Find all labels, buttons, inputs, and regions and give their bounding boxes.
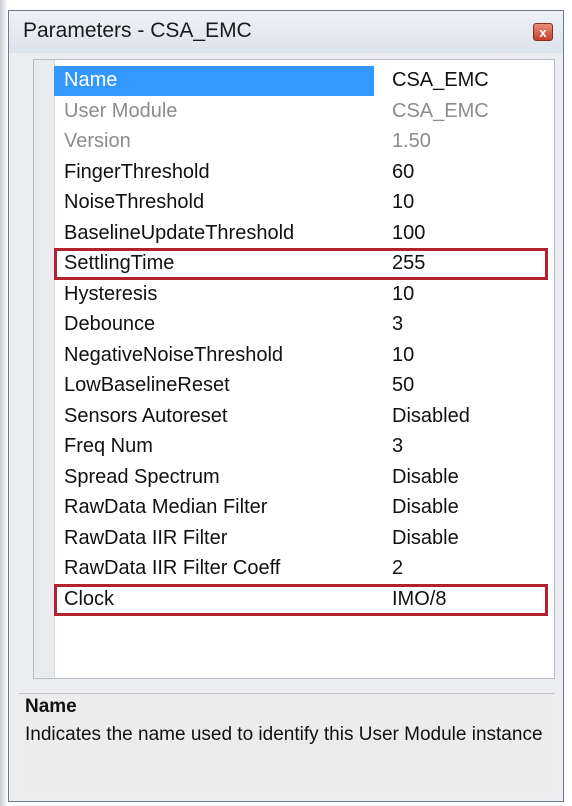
property-value[interactable]: 10	[392, 344, 414, 367]
title-bar[interactable]: Parameters - CSA_EMC x	[9, 11, 563, 53]
property-row[interactable]: RawData Median Filter Disable	[54, 493, 550, 523]
property-name: NegativeNoiseThreshold	[64, 343, 284, 366]
description-title: Name	[25, 696, 77, 717]
property-value: 1.50	[392, 130, 431, 152]
close-icon: x	[539, 25, 547, 40]
property-row[interactable]: FingerThreshold 60	[54, 158, 550, 188]
property-grid-gutter	[34, 60, 55, 678]
property-row[interactable]: BaselineUpdateThreshold 100	[54, 219, 550, 249]
property-row[interactable]: Clock IMO/8	[54, 583, 550, 616]
property-value[interactable]: Disable	[392, 466, 459, 489]
property-row[interactable]: User Module CSA_EMC	[54, 97, 550, 127]
property-value: CSA_EMC	[392, 99, 489, 122]
window-title: Parameters - CSA_EMC	[23, 19, 252, 42]
property-row[interactable]: Name CSA_EMC	[54, 66, 550, 96]
property-row[interactable]: Sensors Autoreset Disabled	[54, 402, 550, 432]
property-name: Sensors Autoreset	[64, 404, 228, 427]
property-row[interactable]: Spread Spectrum Disable	[54, 463, 550, 493]
highlight-box	[54, 583, 548, 616]
background-edge	[0, 0, 8, 806]
parameters-window: Parameters - CSA_EMC x Name CSA_EMC User M…	[8, 10, 564, 802]
property-row[interactable]: Version 1.50	[54, 127, 550, 157]
property-row[interactable]: NegativeNoiseThreshold 10	[54, 341, 550, 371]
property-value[interactable]: 10	[392, 283, 414, 306]
property-name: Name	[64, 69, 118, 91]
property-value[interactable]: Disable	[392, 496, 459, 519]
property-name: Spread Spectrum	[64, 465, 220, 488]
property-row[interactable]: SettlingTime 255	[54, 248, 550, 280]
property-value[interactable]: 100	[392, 222, 425, 245]
property-name: LowBaselineReset	[64, 374, 230, 396]
close-button[interactable]: x	[533, 23, 553, 41]
property-name: NoiseThreshold	[64, 191, 205, 213]
property-row[interactable]: Debounce 3	[54, 310, 550, 340]
property-row[interactable]: Freq Num 3	[54, 432, 550, 462]
property-value[interactable]: CSA_EMC	[392, 69, 489, 92]
property-row[interactable]: Hysteresis 10	[54, 280, 550, 310]
property-name: Version	[64, 130, 131, 152]
property-row[interactable]: RawData IIR Filter Disable	[54, 524, 550, 554]
property-value[interactable]: Disable	[392, 527, 459, 550]
property-value[interactable]: 3	[392, 435, 403, 458]
property-name: RawData IIR Filter	[64, 526, 228, 549]
property-name: RawData Median Filter	[64, 496, 268, 518]
property-value[interactable]: 3	[392, 313, 403, 336]
property-value[interactable]: 2	[392, 557, 403, 580]
property-grid: Name CSA_EMC User Module CSA_EMC Version 1.50…	[33, 59, 555, 679]
property-value[interactable]: 10	[392, 191, 414, 214]
property-name: User Module	[64, 99, 178, 122]
description-text: Indicates the name used to identify this…	[25, 724, 543, 745]
property-value[interactable]: Disabled	[392, 405, 470, 428]
description-panel: Name Indicates the name used to identify…	[19, 693, 555, 798]
property-name: Freq Num	[64, 435, 153, 457]
property-value[interactable]: 60	[392, 161, 414, 184]
property-name: RawData IIR Filter Coeff	[64, 557, 281, 579]
property-value[interactable]: 50	[392, 374, 414, 397]
property-name: Hysteresis	[64, 282, 158, 305]
property-row[interactable]: LowBaselineReset 50	[54, 371, 550, 401]
property-row[interactable]: NoiseThreshold 10	[54, 188, 550, 218]
property-name: BaselineUpdateThreshold	[64, 221, 295, 244]
property-name: Debounce	[64, 313, 156, 335]
highlight-box	[54, 248, 548, 280]
property-row[interactable]: RawData IIR Filter Coeff 2	[54, 554, 550, 584]
property-name: FingerThreshold	[64, 160, 210, 183]
